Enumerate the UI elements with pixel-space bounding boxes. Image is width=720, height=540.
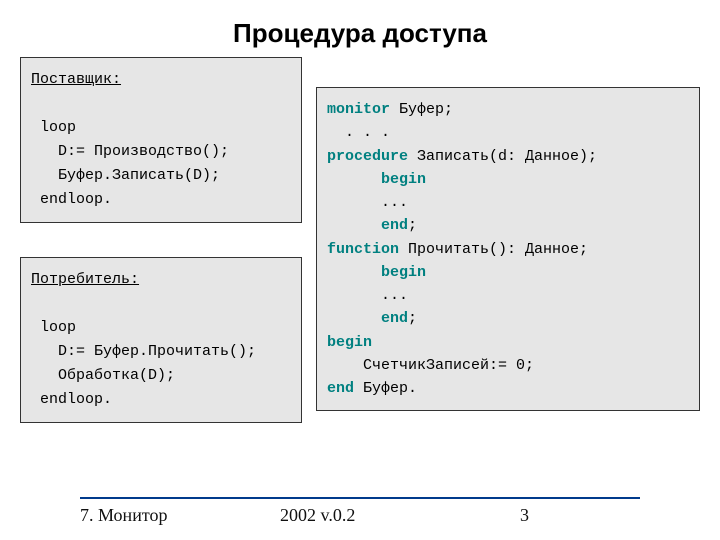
code-line: D:= Производство(); [31,143,229,160]
content-area: Поставщик: loop D:= Производство(); Буфе… [20,57,700,457]
footer-divider [80,497,640,499]
footer-section: 7. Монитор [80,505,280,526]
keyword-begin: begin [381,264,426,281]
keyword-end: end [327,380,354,397]
keyword-end: end [381,217,408,234]
keyword-monitor: monitor [327,101,390,118]
code-text: Буфер. [354,380,417,397]
code-line: loop [31,119,76,136]
code-line: D:= Буфер.Прочитать(); [31,343,256,360]
footer-row: 7. Монитор 2002 v.0.2 3 [80,505,640,526]
code-text: ; [408,310,417,327]
footer-page-number: 3 [520,505,640,526]
consumer-heading: Потребитель: [31,271,139,288]
consumer-code-box: Потребитель: loop D:= Буфер.Прочитать();… [20,257,302,423]
keyword-begin: begin [327,334,372,351]
code-text: Прочитать(): Данное; [399,241,588,258]
code-line: endloop. [31,391,112,408]
code-line: Буфер.Записать(D); [31,167,220,184]
code-line: loop [31,319,76,336]
code-text: ; [408,217,417,234]
keyword-end: end [381,310,408,327]
code-text: Буфер; [390,101,453,118]
code-line: СчетчикЗаписей:= 0; [327,357,534,374]
keyword-function: function [327,241,399,258]
monitor-code-box: monitor Буфер; . . . procedure Записать(… [316,87,700,411]
supplier-code-box: Поставщик: loop D:= Производство(); Буфе… [20,57,302,223]
slide-title: Процедура доступа [0,0,720,57]
supplier-heading: Поставщик: [31,71,121,88]
code-line: . . . [327,124,390,141]
code-line: ... [327,287,408,304]
code-line: Обработка(D); [31,367,175,384]
keyword-begin: begin [381,171,426,188]
footer: 7. Монитор 2002 v.0.2 3 [0,497,720,526]
code-line: ... [327,194,408,211]
footer-version: 2002 v.0.2 [280,505,520,526]
keyword-procedure: procedure [327,148,408,165]
code-line: endloop. [31,191,112,208]
code-text: Записать(d: Данное); [408,148,597,165]
